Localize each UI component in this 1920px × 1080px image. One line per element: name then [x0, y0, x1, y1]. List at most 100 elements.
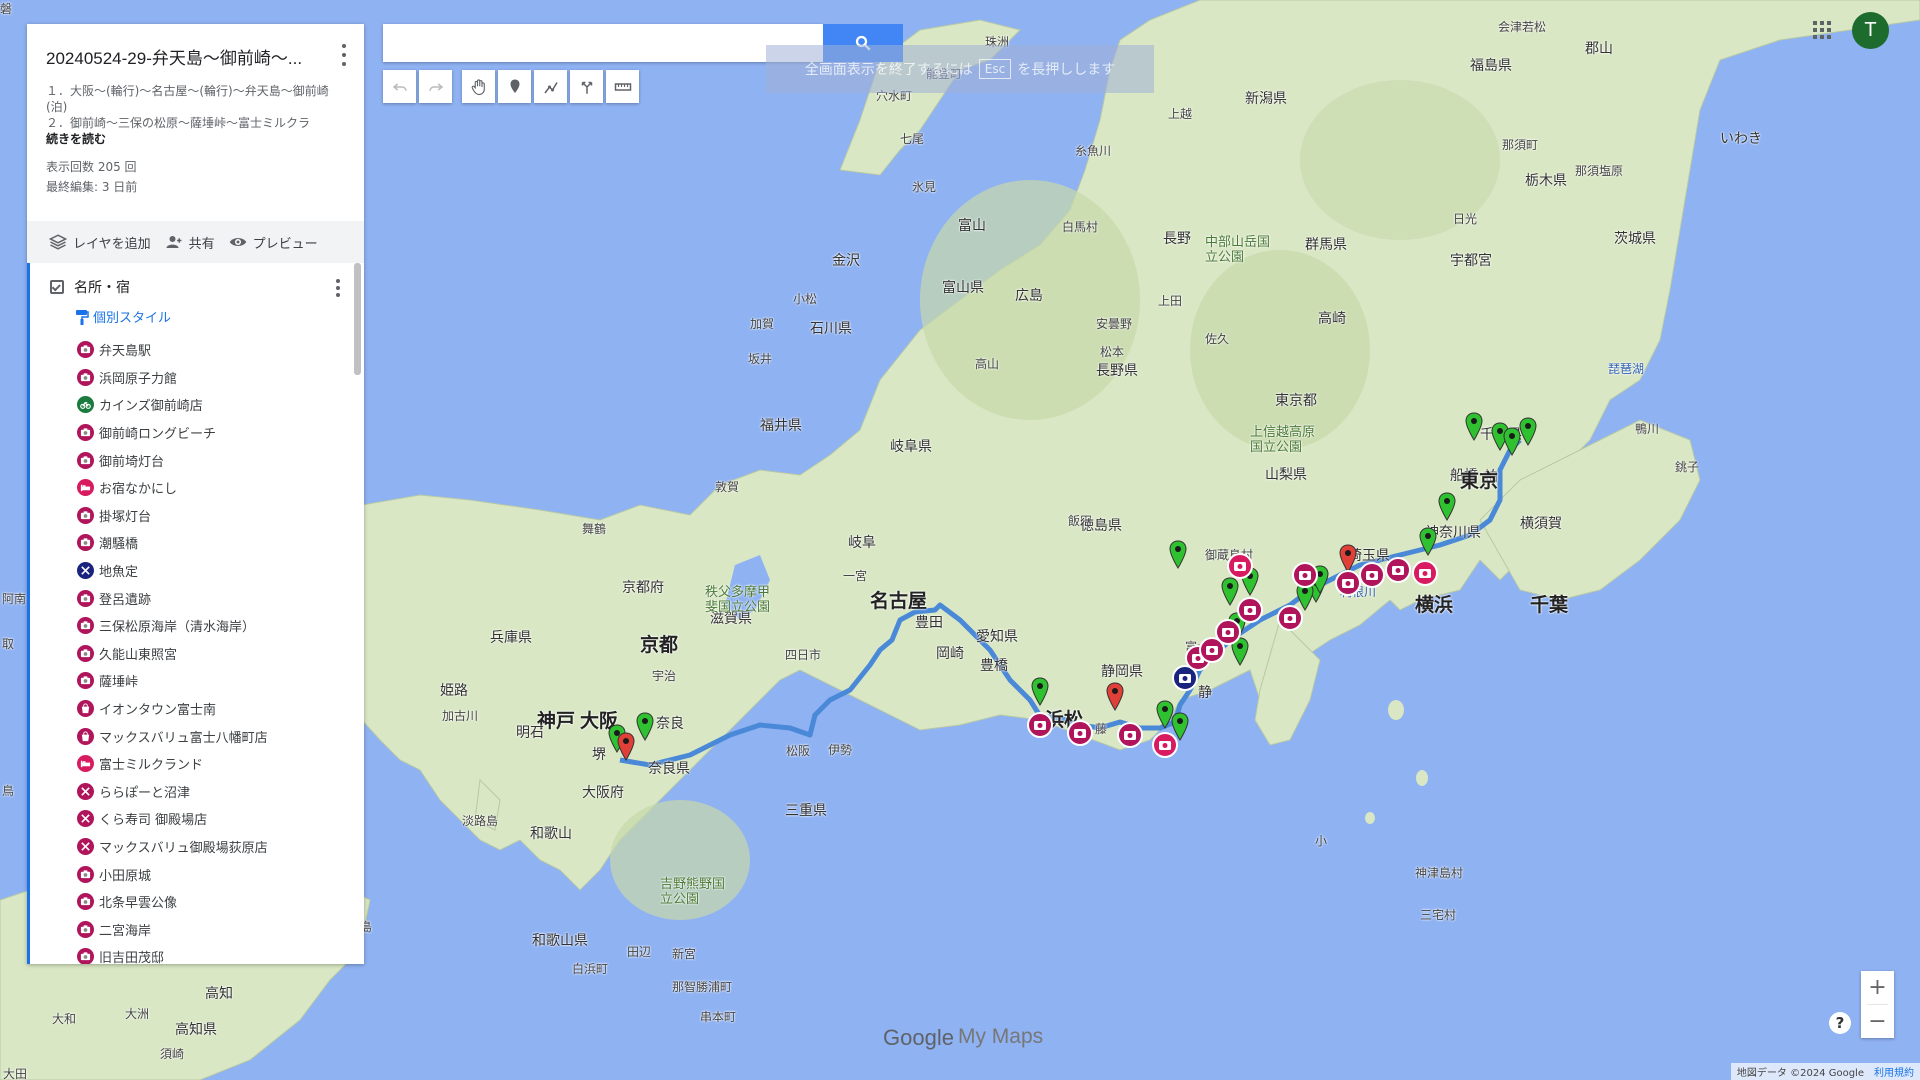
place-item[interactable]: 潮騒橋: [30, 529, 364, 557]
measure-button[interactable]: [606, 70, 639, 103]
poi-marker-icon[interactable]: [1277, 605, 1303, 631]
poi-marker-icon[interactable]: [1237, 597, 1263, 623]
place-item[interactable]: 富士ミルクランド: [30, 750, 364, 778]
zoom-out-button[interactable]: −: [1861, 1005, 1894, 1038]
draw-line-button[interactable]: [534, 70, 567, 103]
place-label: 浜岡原子力館: [99, 371, 178, 387]
place-item[interactable]: マックスバリュ御殿場荻原店: [30, 833, 364, 861]
place-label: 掛塚灯台: [99, 509, 152, 525]
eye-icon: [229, 238, 246, 246]
add-layer-label: レイヤを追加: [73, 236, 151, 252]
poi-marker-icon[interactable]: [1227, 553, 1253, 579]
camera-icon: [77, 672, 94, 690]
place-label: お宿なかにし: [99, 482, 178, 498]
place-item[interactable]: 浜岡原子力館: [30, 364, 364, 392]
zoom-in-button[interactable]: +: [1861, 971, 1894, 1004]
map-pin-icon[interactable]: [1518, 417, 1538, 447]
account-avatar[interactable]: T: [1852, 12, 1889, 49]
poi-marker-icon[interactable]: [1335, 570, 1361, 596]
preview-button[interactable]: プレビュー: [229, 233, 318, 252]
map-pin-icon[interactable]: [1418, 527, 1438, 557]
poi-marker-icon[interactable]: [1027, 712, 1053, 738]
poi-marker-icon[interactable]: [1067, 720, 1093, 746]
camera-icon: [77, 534, 94, 552]
poi-marker-icon[interactable]: [1152, 732, 1178, 758]
place-item[interactable]: 掛塚灯台: [30, 502, 364, 530]
poi-marker-icon[interactable]: [1412, 560, 1438, 586]
panel-actions: レイヤを追加 共有 プレビュー: [27, 221, 364, 263]
place-item[interactable]: 小田原城: [30, 860, 364, 888]
apps-grid-icon[interactable]: [1810, 18, 1834, 42]
map-pin-icon[interactable]: [635, 712, 655, 742]
map-pin-icon[interactable]: [1437, 492, 1457, 522]
map-pin-icon[interactable]: [1030, 677, 1050, 707]
poi-marker-icon[interactable]: [1292, 562, 1318, 588]
place-item[interactable]: 旧吉田茂邸: [30, 943, 364, 964]
place-item[interactable]: くら寿司 御殿場店: [30, 805, 364, 833]
place-item[interactable]: ららぽーと沼津: [30, 778, 364, 806]
paint-roller-icon: [76, 309, 89, 325]
draw-line-icon: [543, 81, 558, 93]
place-item[interactable]: 三保松原海岸（清水海岸）: [30, 612, 364, 640]
camera-icon: [77, 893, 94, 911]
place-item[interactable]: 薩埵峠: [30, 667, 364, 695]
place-item[interactable]: 登呂遺跡: [30, 584, 364, 612]
place-item[interactable]: 御前埼灯台: [30, 446, 364, 474]
place-item[interactable]: 地魚定: [30, 557, 364, 585]
poi-marker-icon[interactable]: [1359, 562, 1385, 588]
read-more-link[interactable]: 続きを読む: [46, 131, 345, 147]
fork-icon: [77, 810, 94, 828]
search-box[interactable]: [383, 24, 823, 62]
place-item[interactable]: カインズ御前崎店: [30, 391, 364, 419]
place-item[interactable]: 弁天島駅: [30, 336, 364, 364]
terms-link[interactable]: 利用規約: [1874, 1064, 1914, 1079]
undo-button[interactable]: [383, 70, 416, 103]
place-label: 御前崎ロングビーチ: [99, 427, 217, 443]
poi-marker-icon[interactable]: [1385, 557, 1411, 583]
map-pin-icon[interactable]: [1105, 682, 1125, 712]
individual-style-label: 個別スタイル: [93, 311, 172, 326]
redo-button[interactable]: [419, 70, 452, 103]
place-label: 登呂遺跡: [99, 592, 152, 608]
help-icon[interactable]: ?: [1829, 1012, 1851, 1034]
pan-tool-button[interactable]: [462, 70, 495, 103]
place-label: 旧吉田茂邸: [99, 951, 165, 964]
place-item[interactable]: マックスバリュ富士八幡町店: [30, 722, 364, 750]
layer-scrollbar[interactable]: [354, 263, 361, 375]
logo-google: Google: [883, 1025, 954, 1050]
individual-style-link[interactable]: 個別スタイル: [30, 301, 364, 336]
layer-header: 名所・宿: [30, 263, 364, 301]
poi-marker-icon[interactable]: [1117, 722, 1143, 748]
place-item[interactable]: イオンタウン富士南: [30, 695, 364, 723]
place-item[interactable]: 二宮海岸: [30, 915, 364, 943]
place-item[interactable]: 久能山東照宮: [30, 640, 364, 668]
zoom-control: + −: [1861, 971, 1894, 1038]
camera-icon: [77, 920, 94, 938]
add-layer-button[interactable]: レイヤを追加: [49, 233, 151, 252]
desc-line-2: ２．御前崎～三保の松原～薩埵峠～富士ミルクラ: [46, 116, 311, 130]
directions-button[interactable]: [570, 70, 603, 103]
map-pin-icon[interactable]: [1168, 540, 1188, 570]
search-input[interactable]: [383, 24, 823, 62]
logo-my-maps: My Maps: [957, 1025, 1044, 1048]
add-marker-button[interactable]: [498, 70, 531, 103]
place-item[interactable]: 御前崎ロングビーチ: [30, 419, 364, 447]
map-title[interactable]: 20240524-29-弁天島～御前崎～...: [46, 44, 316, 69]
place-item[interactable]: 北条早雲公像: [30, 888, 364, 916]
map-options-icon[interactable]: [340, 44, 348, 66]
map-description: １．大阪～(輪行)～名古屋～(輪行)～弁天島～御前崎(泊) ２．御前崎～三保の松…: [46, 83, 345, 147]
add-person-icon: [166, 236, 182, 248]
place-label: マックスバリュ富士八幡町店: [99, 730, 268, 746]
share-button[interactable]: 共有: [165, 233, 215, 252]
place-label: 北条早雲公像: [99, 896, 178, 912]
camera-icon: [77, 644, 94, 662]
layer-name[interactable]: 名所・宿: [74, 277, 130, 297]
esc-key-badge: Esc: [978, 59, 1012, 79]
camera-icon: [77, 424, 94, 442]
map-pin-icon[interactable]: [1464, 412, 1484, 442]
place-item[interactable]: お宿なかにし: [30, 474, 364, 502]
layer-visibility-checkbox[interactable]: [50, 280, 64, 294]
layers-icon: [49, 234, 67, 250]
layer-options-icon[interactable]: [336, 279, 342, 297]
map-pin-icon[interactable]: [616, 732, 636, 762]
